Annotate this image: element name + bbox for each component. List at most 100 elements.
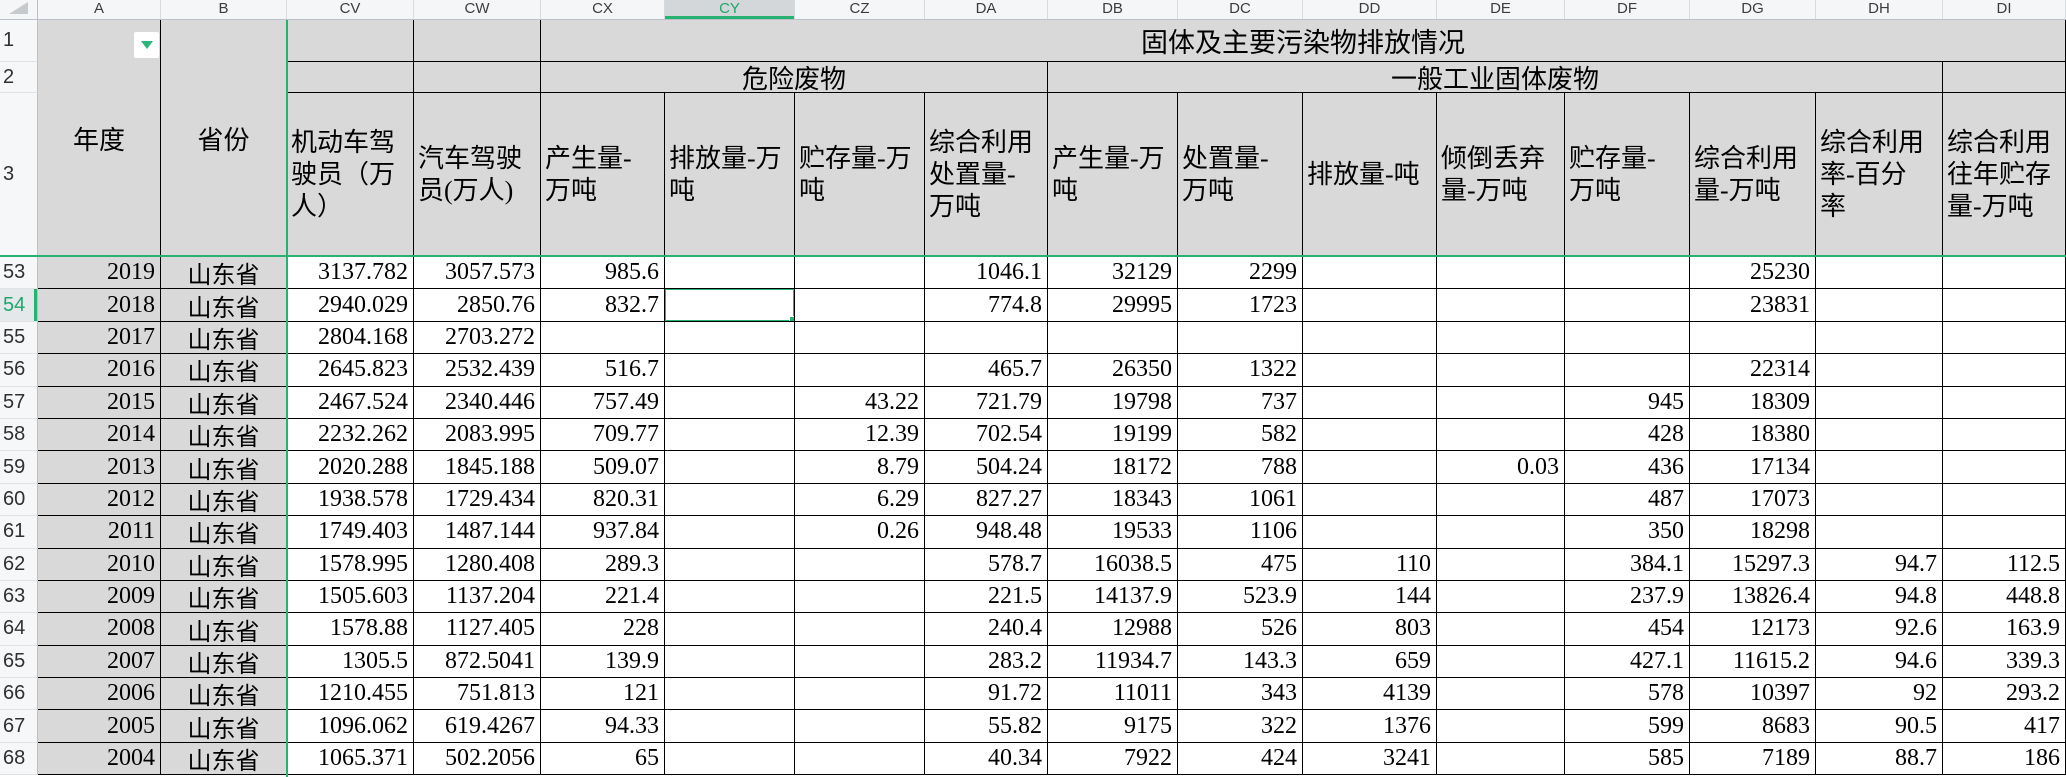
cell-DE53[interactable] xyxy=(1437,257,1565,290)
cell-CX55[interactable] xyxy=(541,321,665,355)
cell-DC56[interactable]: 1322 xyxy=(1178,354,1303,387)
cell-B61[interactable]: 山东省 xyxy=(161,516,287,549)
column-header-DG[interactable]: DG xyxy=(1690,0,1816,19)
cell-CV62[interactable]: 1578.995 xyxy=(287,548,414,581)
row-header-2[interactable]: 2 xyxy=(0,62,38,93)
cell-DB57[interactable]: 19798 xyxy=(1048,386,1178,419)
row-header-67[interactable]: 67 xyxy=(0,710,38,743)
cell-DF64[interactable]: 454 xyxy=(1565,613,1690,646)
cell-DG68[interactable]: 7189 xyxy=(1690,742,1816,776)
cell-DF67[interactable]: 599 xyxy=(1565,710,1690,743)
cell-CZ66[interactable] xyxy=(795,678,925,711)
cell-CZ53[interactable] xyxy=(795,257,925,290)
cell-DH62[interactable]: 94.7 xyxy=(1816,548,1943,581)
cell-B66[interactable]: 山东省 xyxy=(161,678,287,711)
cell-DC65[interactable]: 143.3 xyxy=(1178,645,1303,679)
column-header-DF[interactable]: DF xyxy=(1565,0,1690,19)
cell-DH64[interactable]: 92.6 xyxy=(1816,613,1943,646)
cell-CX63[interactable]: 221.4 xyxy=(541,580,665,614)
cell-DB68[interactable]: 7922 xyxy=(1048,742,1178,776)
cell-DE59[interactable]: 0.03 xyxy=(1437,451,1565,484)
cell-DC67[interactable]: 322 xyxy=(1178,710,1303,743)
row-header-55[interactable]: 55 xyxy=(0,321,38,355)
header-cell-DB[interactable]: 产生量-万吨 xyxy=(1048,93,1178,257)
cell-CZ60[interactable]: 6.29 xyxy=(795,483,925,517)
cell-DD62[interactable]: 110 xyxy=(1303,548,1437,581)
header-cell-CY[interactable]: 排放量-万吨 xyxy=(665,93,795,257)
cell-DB64[interactable]: 12988 xyxy=(1048,613,1178,646)
cell-CX68[interactable]: 65 xyxy=(541,742,665,776)
cell-DB66[interactable]: 11011 xyxy=(1048,678,1178,711)
cell-DD60[interactable] xyxy=(1303,483,1437,517)
cell-DB62[interactable]: 16038.5 xyxy=(1048,548,1178,581)
cell-A56[interactable]: 2016 xyxy=(38,354,161,387)
cell-DC59[interactable]: 788 xyxy=(1178,451,1303,484)
cell-DE66[interactable] xyxy=(1437,678,1565,711)
cell-A67[interactable]: 2005 xyxy=(38,710,161,743)
row-header-56[interactable]: 56 xyxy=(0,354,38,387)
column-header-DB[interactable]: DB xyxy=(1048,0,1178,19)
header-cell-DF[interactable]: 贮存量-万吨 xyxy=(1565,93,1690,257)
cell-DH59[interactable] xyxy=(1816,451,1943,484)
cell-CW1[interactable] xyxy=(414,20,541,62)
cell-DE55[interactable] xyxy=(1437,321,1565,355)
cell-CV57[interactable]: 2467.524 xyxy=(287,386,414,419)
cell-B53[interactable]: 山东省 xyxy=(161,257,287,290)
cell-B67[interactable]: 山东省 xyxy=(161,710,287,743)
cell-DF55[interactable] xyxy=(1565,321,1690,355)
cell-CX66[interactable]: 121 xyxy=(541,678,665,711)
header-cell-DC[interactable]: 处置量-万吨 xyxy=(1178,93,1303,257)
cell-DE60[interactable] xyxy=(1437,483,1565,517)
cell-row1-merged-title[interactable]: 固体及主要污染物排放情况 xyxy=(541,20,2066,62)
cell-A59[interactable]: 2013 xyxy=(38,451,161,484)
cell-DE68[interactable] xyxy=(1437,742,1565,776)
cell-B63[interactable]: 山东省 xyxy=(161,580,287,614)
cell-row2-group-1[interactable]: 危险废物 xyxy=(541,62,1048,93)
cell-CW56[interactable]: 2532.439 xyxy=(414,354,541,387)
cell-DB55[interactable] xyxy=(1048,321,1178,355)
cell-CW57[interactable]: 2340.446 xyxy=(414,386,541,419)
cell-DC55[interactable] xyxy=(1178,321,1303,355)
header-cell-DE[interactable]: 倾倒丢弃量-万吨 xyxy=(1437,93,1565,257)
cell-CW67[interactable]: 619.4267 xyxy=(414,710,541,743)
cell-CX53[interactable]: 985.6 xyxy=(541,257,665,290)
cell-DB63[interactable]: 14137.9 xyxy=(1048,580,1178,614)
cell-B68[interactable]: 山东省 xyxy=(161,742,287,776)
row-header-60[interactable]: 60 xyxy=(0,483,38,517)
cell-CW66[interactable]: 751.813 xyxy=(414,678,541,711)
cell-DE62[interactable] xyxy=(1437,548,1565,581)
cell-CV55[interactable]: 2804.168 xyxy=(287,321,414,355)
cell-CW55[interactable]: 2703.272 xyxy=(414,321,541,355)
cell-DF53[interactable] xyxy=(1565,257,1690,290)
cell-DG64[interactable]: 12173 xyxy=(1690,613,1816,646)
cell-DG59[interactable]: 17134 xyxy=(1690,451,1816,484)
cell-A64[interactable]: 2008 xyxy=(38,613,161,646)
column-header-CV[interactable]: CV xyxy=(287,0,414,19)
cell-DB54[interactable]: 29995 xyxy=(1048,289,1178,322)
row-header-1[interactable]: 1 xyxy=(0,20,38,62)
cell-CY60[interactable] xyxy=(665,483,795,517)
cell-CY55[interactable] xyxy=(665,321,795,355)
cell-DI67[interactable]: 417 xyxy=(1943,710,2066,743)
header-cell-DD[interactable]: 排放量-吨 xyxy=(1303,93,1437,257)
cell-B58[interactable]: 山东省 xyxy=(161,418,287,452)
cell-CW64[interactable]: 1127.405 xyxy=(414,613,541,646)
row-header-64[interactable]: 64 xyxy=(0,613,38,646)
cell-DA57[interactable]: 721.79 xyxy=(925,386,1048,419)
cell-DA67[interactable]: 55.82 xyxy=(925,710,1048,743)
cell-CV64[interactable]: 1578.88 xyxy=(287,613,414,646)
cell-DC58[interactable]: 582 xyxy=(1178,418,1303,452)
cell-DB67[interactable]: 9175 xyxy=(1048,710,1178,743)
cell-CZ61[interactable]: 0.26 xyxy=(795,516,925,549)
cell-DE64[interactable] xyxy=(1437,613,1565,646)
header-cell-DG[interactable]: 综合利用量-万吨 xyxy=(1690,93,1816,257)
cell-DG67[interactable]: 8683 xyxy=(1690,710,1816,743)
cell-CW58[interactable]: 2083.995 xyxy=(414,418,541,452)
cell-B1-B3-merged[interactable]: 省份 xyxy=(161,20,287,257)
row-header-58[interactable]: 58 xyxy=(0,418,38,452)
cell-DF59[interactable]: 436 xyxy=(1565,451,1690,484)
cell-DG54[interactable]: 23831 xyxy=(1690,289,1816,322)
cell-DD61[interactable] xyxy=(1303,516,1437,549)
cell-CY56[interactable] xyxy=(665,354,795,387)
cell-DG55[interactable] xyxy=(1690,321,1816,355)
